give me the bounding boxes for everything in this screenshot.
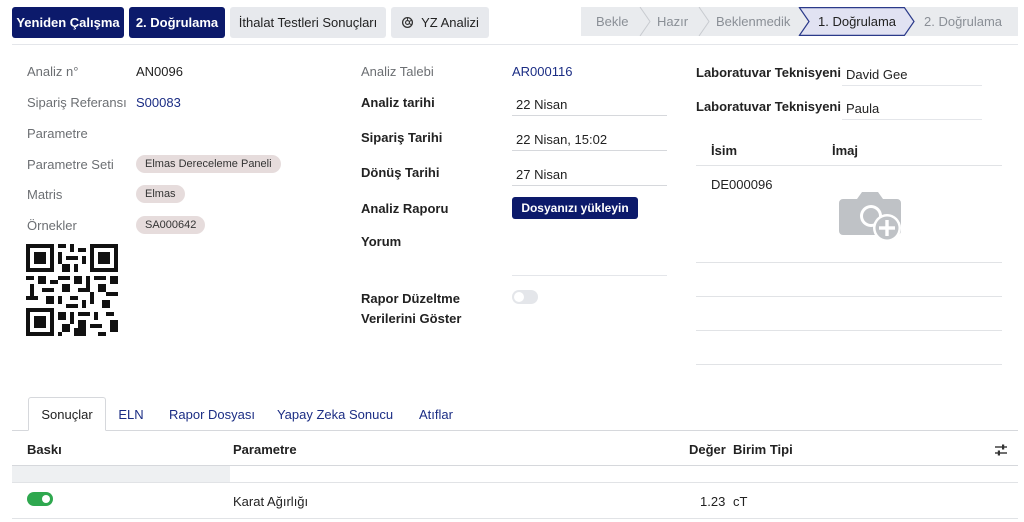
images-row-divider-3 xyxy=(696,330,1002,331)
technician-label-2: Laboratuvar Teknisyeni xyxy=(696,99,841,114)
analysis-request-label: Analiz Talebi xyxy=(361,64,434,79)
images-row-divider-2 xyxy=(696,296,1002,297)
openai-icon xyxy=(401,16,414,29)
restart-button[interactable]: Yeniden Çalışma xyxy=(12,7,124,38)
report-fix-toggle[interactable] xyxy=(512,290,538,304)
samples-label: Örnekler xyxy=(27,218,77,233)
order-ref-link[interactable]: S00083 xyxy=(136,95,181,110)
images-row-divider-4 xyxy=(696,364,1002,365)
technician-field-1[interactable]: David Gee xyxy=(846,67,907,82)
result-unit-cell[interactable]: cT xyxy=(733,494,747,509)
analysis-date-underline xyxy=(512,115,667,116)
images-col-name: İsim xyxy=(711,143,738,158)
tab-report-file[interactable]: Rapor Dosyası xyxy=(164,397,260,431)
ai-analysis-label: YZ Analizi xyxy=(421,15,479,30)
action-toolbar: Yeniden Çalışma 2. Doğrulama İthalat Tes… xyxy=(0,0,1024,44)
second-validation-button[interactable]: 2. Doğrulama xyxy=(129,7,225,38)
import-results-button[interactable]: İthalat Testleri Sonuçları xyxy=(230,7,386,38)
stage-wait[interactable]: Bekle xyxy=(596,7,629,36)
upload-file-button[interactable]: Dosyanızı yükleyin xyxy=(512,197,638,219)
stage-second-validation[interactable]: 2. Doğrulama xyxy=(924,7,1002,36)
sample-tag[interactable]: SA000642 xyxy=(136,216,206,234)
image-row-name: DE000096 xyxy=(711,177,773,192)
order-date-underline xyxy=(512,150,667,151)
parameter-set-label: Parametre Seti xyxy=(27,157,114,172)
order-date-label: Sipariş Tarihi xyxy=(361,130,443,145)
report-fix-label-line2: Verilerini Göster xyxy=(361,311,462,326)
order-ref-label: Sipariş Referansı xyxy=(27,95,127,110)
tabs-baseline xyxy=(12,430,1018,431)
group-row-band xyxy=(12,466,230,482)
matrix-label: Matris xyxy=(27,187,63,202)
tab-eln[interactable]: ELN xyxy=(110,397,152,431)
stage-unexpected[interactable]: Beklenmedik xyxy=(716,7,790,36)
technician-label-1: Laboratuvar Teknisyeni xyxy=(696,65,841,80)
tab-results[interactable]: Sonuçlar xyxy=(28,397,106,431)
matrix-tag[interactable]: Elmas xyxy=(136,185,185,203)
result-value-cell[interactable]: 1.23 xyxy=(700,494,725,509)
analysis-date-label: Analiz tarihi xyxy=(361,95,435,110)
camera-add-icon[interactable] xyxy=(839,187,905,243)
technician-underline-2 xyxy=(842,119,982,120)
status-pipeline: Bekle Hazır Beklenmedik 1. Doğrulama 2. … xyxy=(581,7,1018,36)
stage-first-validation[interactable]: 1. Doğrulama xyxy=(818,7,896,36)
results-group-divider xyxy=(12,482,1018,483)
ai-analysis-button[interactable]: YZ Analizi xyxy=(391,7,489,38)
result-parameter-cell[interactable]: Karat Ağırlığı xyxy=(233,494,308,509)
technician-field-2[interactable]: Paula xyxy=(846,101,879,116)
tab-ai-result[interactable]: Yapay Zeka Sonucu xyxy=(272,397,398,431)
analysis-report-label: Analiz Raporu xyxy=(361,201,449,216)
print-toggle-row-1[interactable] xyxy=(27,492,53,506)
images-header-divider xyxy=(696,165,1002,166)
tab-citations[interactable]: Atıflar xyxy=(410,397,462,431)
technician-underline-1 xyxy=(842,85,982,86)
images-col-image: İmaj xyxy=(832,143,859,158)
report-fix-label-line1: Rapor Düzeltme xyxy=(361,291,460,306)
comment-field[interactable] xyxy=(512,275,667,276)
analysis-no-label: Analiz n° xyxy=(27,64,79,79)
order-date-field[interactable]: 22 Nisan, 15:02 xyxy=(516,132,607,147)
col-header-parameter[interactable]: Parametre xyxy=(233,442,297,457)
comment-label: Yorum xyxy=(361,234,402,249)
qr-code xyxy=(26,244,118,336)
parameter-label: Parametre xyxy=(27,126,88,141)
col-header-unit[interactable]: Birim Tipi xyxy=(733,442,793,457)
results-row-divider xyxy=(12,518,1018,519)
toolbar-divider xyxy=(12,44,1018,45)
analysis-no-value: AN0096 xyxy=(136,64,183,79)
analysis-request-link[interactable]: AR000116 xyxy=(512,64,572,79)
return-date-label: Dönüş Tarihi xyxy=(361,165,440,180)
stage-ready[interactable]: Hazır xyxy=(657,7,688,36)
parameter-set-tag[interactable]: Elmas Dereceleme Paneli xyxy=(136,155,281,173)
column-settings-icon[interactable] xyxy=(994,443,1008,457)
analysis-date-field[interactable]: 22 Nisan xyxy=(516,97,567,112)
return-date-underline xyxy=(512,185,667,186)
col-header-print[interactable]: Baskı xyxy=(27,442,62,457)
return-date-field[interactable]: 27 Nisan xyxy=(516,167,567,182)
images-row-divider-1 xyxy=(696,262,1002,263)
col-header-value[interactable]: Değer xyxy=(689,442,726,457)
